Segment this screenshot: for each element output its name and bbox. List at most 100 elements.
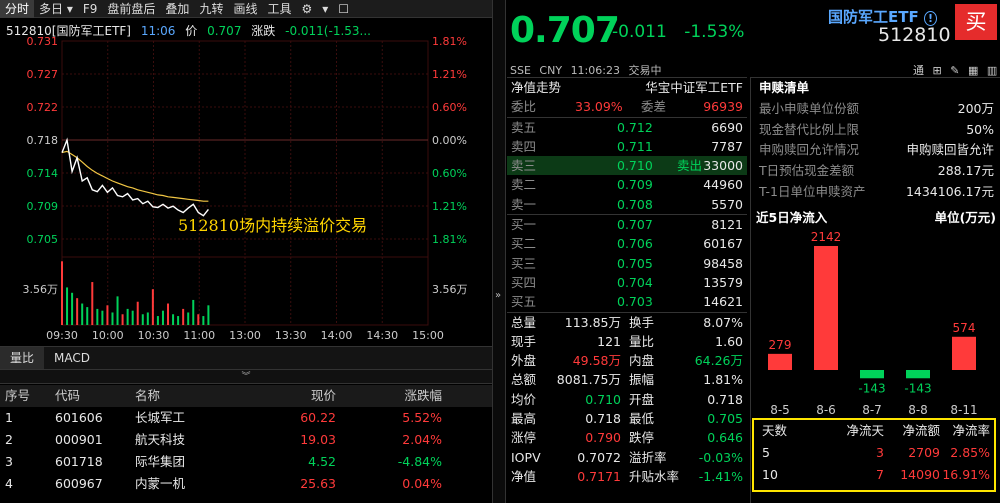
grid-icon[interactable]: ⊞ — [933, 64, 942, 77]
constituent-table: 序号 代码 名称 现价 涨跌幅 1 601606 长城军工 60.22 5.52… — [0, 385, 492, 503]
ask-level[interactable]: 卖三 0.710 卖出 33000 — [507, 156, 747, 176]
stat-label: 净值 — [511, 468, 537, 484]
row-change-pct: -4.84% — [397, 454, 442, 469]
table-row[interactable]: 2 000901 航天科技 19.03 2.04% — [0, 429, 492, 451]
volume-bar — [111, 312, 114, 325]
stat-value: 8081.75万 — [556, 372, 621, 388]
price-tick: 0.718 — [27, 134, 59, 147]
stat-label: 振幅 — [629, 372, 655, 388]
columns-icon[interactable]: ▥ — [987, 64, 997, 77]
chart-annotation: 512810场内持续溢价交易 — [178, 216, 367, 235]
chart-change-label: 涨跌 — [251, 24, 276, 38]
intraday-chart[interactable]: 0.731 1.81%0.727 1.21%0.722 0.60%0.718 0.00%… — [0, 19, 492, 342]
level-price: 0.710 — [617, 158, 653, 174]
stat-row: 外盘 49.58万 内盘 64.26万 — [507, 351, 747, 370]
bid-level[interactable]: 买二 0.706 60167 — [507, 234, 747, 253]
stat-row: 现手 121 量比 1.60 — [507, 332, 747, 351]
col-code[interactable]: 代码 — [50, 385, 130, 407]
purchase-label: 现金替代比例上限 — [759, 121, 860, 137]
level-label: 买五 — [511, 294, 537, 310]
volume-bar — [156, 316, 159, 325]
volume-bar — [136, 301, 139, 325]
bid-level[interactable]: 买五 0.703 14621 — [507, 292, 747, 311]
stat-label: 最低 — [629, 411, 655, 427]
purchase-row: T日预估现金差额 288.17元 — [751, 161, 1000, 182]
stat-row: 总额 8081.75万 振幅 1.81% — [507, 370, 747, 389]
volume-bar — [121, 314, 124, 325]
tab-macd[interactable]: MACD — [44, 347, 100, 369]
bid-level[interactable]: 买三 0.705 98458 — [507, 254, 747, 273]
table-row[interactable]: 4 600967 内蒙一机 25.63 0.04% — [0, 473, 492, 495]
stat-label: 开盘 — [629, 391, 655, 407]
summary-col-days: 天数 — [762, 423, 788, 438]
summary-rate: 2.85% — [950, 445, 990, 460]
edit-icon[interactable]: ✎ — [950, 64, 959, 77]
order-book: 净值走势 华宝中证军工ETF 委比 33.09% 委差 96939 卖五 0.71… — [507, 77, 747, 503]
tab-pre-after-market[interactable]: 盘前盘后 — [102, 0, 160, 18]
net-inflow-chart: 279 8-5 2142 8-6 -143 8-7 -143 8-8 574 8-11 — [768, 230, 978, 417]
volume-bar — [177, 316, 180, 325]
col-index[interactable]: 序号 — [0, 385, 50, 407]
ask-level[interactable]: 卖四 0.711 7787 — [507, 137, 747, 156]
stat-value: -1.41% — [698, 468, 743, 484]
tab-tools[interactable]: 工具 — [262, 0, 296, 18]
panel-splitter[interactable]: » — [492, 0, 506, 503]
tab-intraday[interactable]: 分时 — [0, 0, 35, 18]
time-tick: 15:00 — [412, 329, 444, 341]
col-price[interactable]: 现价 — [250, 385, 336, 407]
stat-value: 0.718 — [707, 391, 743, 407]
price-tick: 0.722 — [27, 101, 59, 114]
level-label: 卖五 — [511, 119, 537, 135]
tab-overlay[interactable]: 叠加 — [160, 0, 194, 18]
ask-level[interactable]: 卖五 0.712 6690 — [507, 118, 747, 137]
row-code: 601718 — [55, 454, 103, 469]
stat-label: 换手 — [629, 314, 655, 330]
last-price: 0.707 — [510, 10, 620, 51]
buy-button[interactable]: 买 — [955, 4, 997, 40]
ask-level[interactable]: 卖二 0.709 44960 — [507, 175, 747, 194]
col-change-pct[interactable]: 涨跌幅 — [336, 385, 444, 407]
inflow-date-label: 8-6 — [816, 403, 836, 417]
summary-amount: 14090 — [900, 467, 940, 482]
notify-icon[interactable]: 通 — [913, 64, 924, 77]
table-row[interactable]: 3 601718 际华集团 4.52 -4.84% — [0, 451, 492, 473]
stat-row: 净值 0.7171 升贴水率 -1.41% — [507, 467, 747, 486]
maximize-icon[interactable]: ☐ — [333, 0, 354, 18]
row-index: 1 — [5, 410, 13, 425]
level-price: 0.707 — [617, 217, 653, 233]
chart-toolbar: 分时 多日 ▾ F9 盘前盘后 叠加 九转 画线 工具 ⚙ ▾ ☐ — [0, 0, 492, 18]
bid-level[interactable]: 买四 0.704 13579 — [507, 273, 747, 292]
tab-f9[interactable]: F9 — [78, 0, 103, 18]
row-price: 60.22 — [300, 410, 336, 425]
purchase-value: 1434106.17元 — [905, 183, 994, 199]
ask-level[interactable]: 卖一 0.708 5570 — [507, 195, 747, 214]
quote-toolbar: 通 ⊞ ✎ ▦ ▥ ▤ — [908, 62, 1000, 78]
chart-change: -0.011(-1.53... — [285, 24, 371, 38]
tab-draw-line[interactable]: 画线 — [228, 0, 262, 18]
level-label: 卖二 — [511, 177, 537, 193]
chart-price: 0.707 — [207, 24, 242, 38]
level-label: 买四 — [511, 274, 537, 290]
orderbook-title-row: 净值走势 华宝中证军工ETF — [507, 78, 747, 97]
row-change-pct: 5.52% — [402, 410, 442, 425]
purchase-title: 申赎清单 — [759, 80, 810, 95]
chevron-down-icon[interactable]: ▾ — [317, 0, 333, 18]
bid-level[interactable]: 买一 0.707 8121 — [507, 215, 747, 234]
inflow-value-label: 279 — [769, 338, 792, 352]
gear-icon[interactable]: ⚙ — [296, 0, 317, 18]
layout-icon[interactable]: ▦ — [968, 64, 978, 77]
time-tick: 14:30 — [366, 329, 398, 341]
summary-header: 天数 净流天 净流额 净流率 — [754, 420, 994, 442]
collapse-toggle[interactable]: ︾ — [0, 370, 492, 384]
row-index: 3 — [5, 454, 13, 469]
tab-volume-ratio[interactable]: 量比 — [0, 347, 45, 369]
summary-row: 5 3 2709 2.85% — [754, 442, 994, 464]
col-name[interactable]: 名称 — [130, 385, 250, 407]
nav-trend-link[interactable]: 净值走势 — [511, 78, 561, 97]
tab-nine-turn[interactable]: 九转 — [194, 0, 228, 18]
chart-time: 11:06 — [140, 24, 176, 38]
table-row[interactable]: 1 601606 长城军工 60.22 5.52% — [0, 407, 492, 429]
stat-label: 量比 — [629, 333, 655, 349]
expand-icon[interactable]: » — [495, 290, 501, 301]
tab-multi-day[interactable]: 多日 ▾ — [34, 0, 78, 18]
